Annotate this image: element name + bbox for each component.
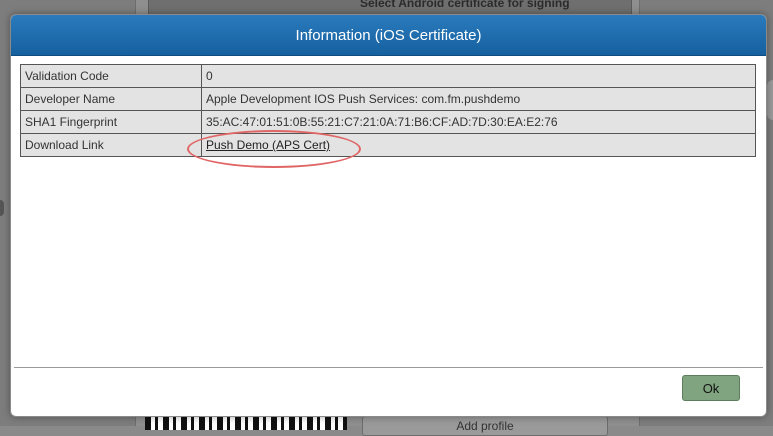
background-edge-handle [0,200,4,216]
row-key: Developer Name [20,87,202,111]
row-value: 35:AC:47:01:51:0B:55:21:C7:21:0A:71:B6:C… [201,110,756,134]
download-link-cell: Push Demo (APS Cert) [201,133,756,157]
information-dialog: Information (iOS Certificate) Validation… [10,14,767,417]
info-table: Validation Code 0 Developer Name Apple D… [20,64,756,157]
row-key: SHA1 Fingerprint [20,110,202,134]
table-row: Developer Name Apple Development IOS Pus… [20,87,756,111]
table-row: SHA1 Fingerprint 35:AC:47:01:51:0B:55:21… [20,110,756,134]
row-value: 0 [201,64,756,88]
row-key: Download Link [20,133,202,157]
row-value: Apple Development IOS Push Services: com… [201,87,756,111]
ok-button[interactable]: Ok [682,375,740,401]
download-link[interactable]: Push Demo (APS Cert) [206,138,330,152]
table-row: Download Link Push Demo (APS Cert) [20,133,756,157]
background-edge-control [767,80,773,120]
dialog-title: Information (iOS Certificate) [11,15,766,56]
background-panel-title: Select Android certificate for signing [360,0,570,10]
add-profile-button: Add profile [362,416,608,436]
table-row: Validation Code 0 [20,64,756,88]
row-key: Validation Code [20,64,202,88]
footer-divider [14,367,763,368]
